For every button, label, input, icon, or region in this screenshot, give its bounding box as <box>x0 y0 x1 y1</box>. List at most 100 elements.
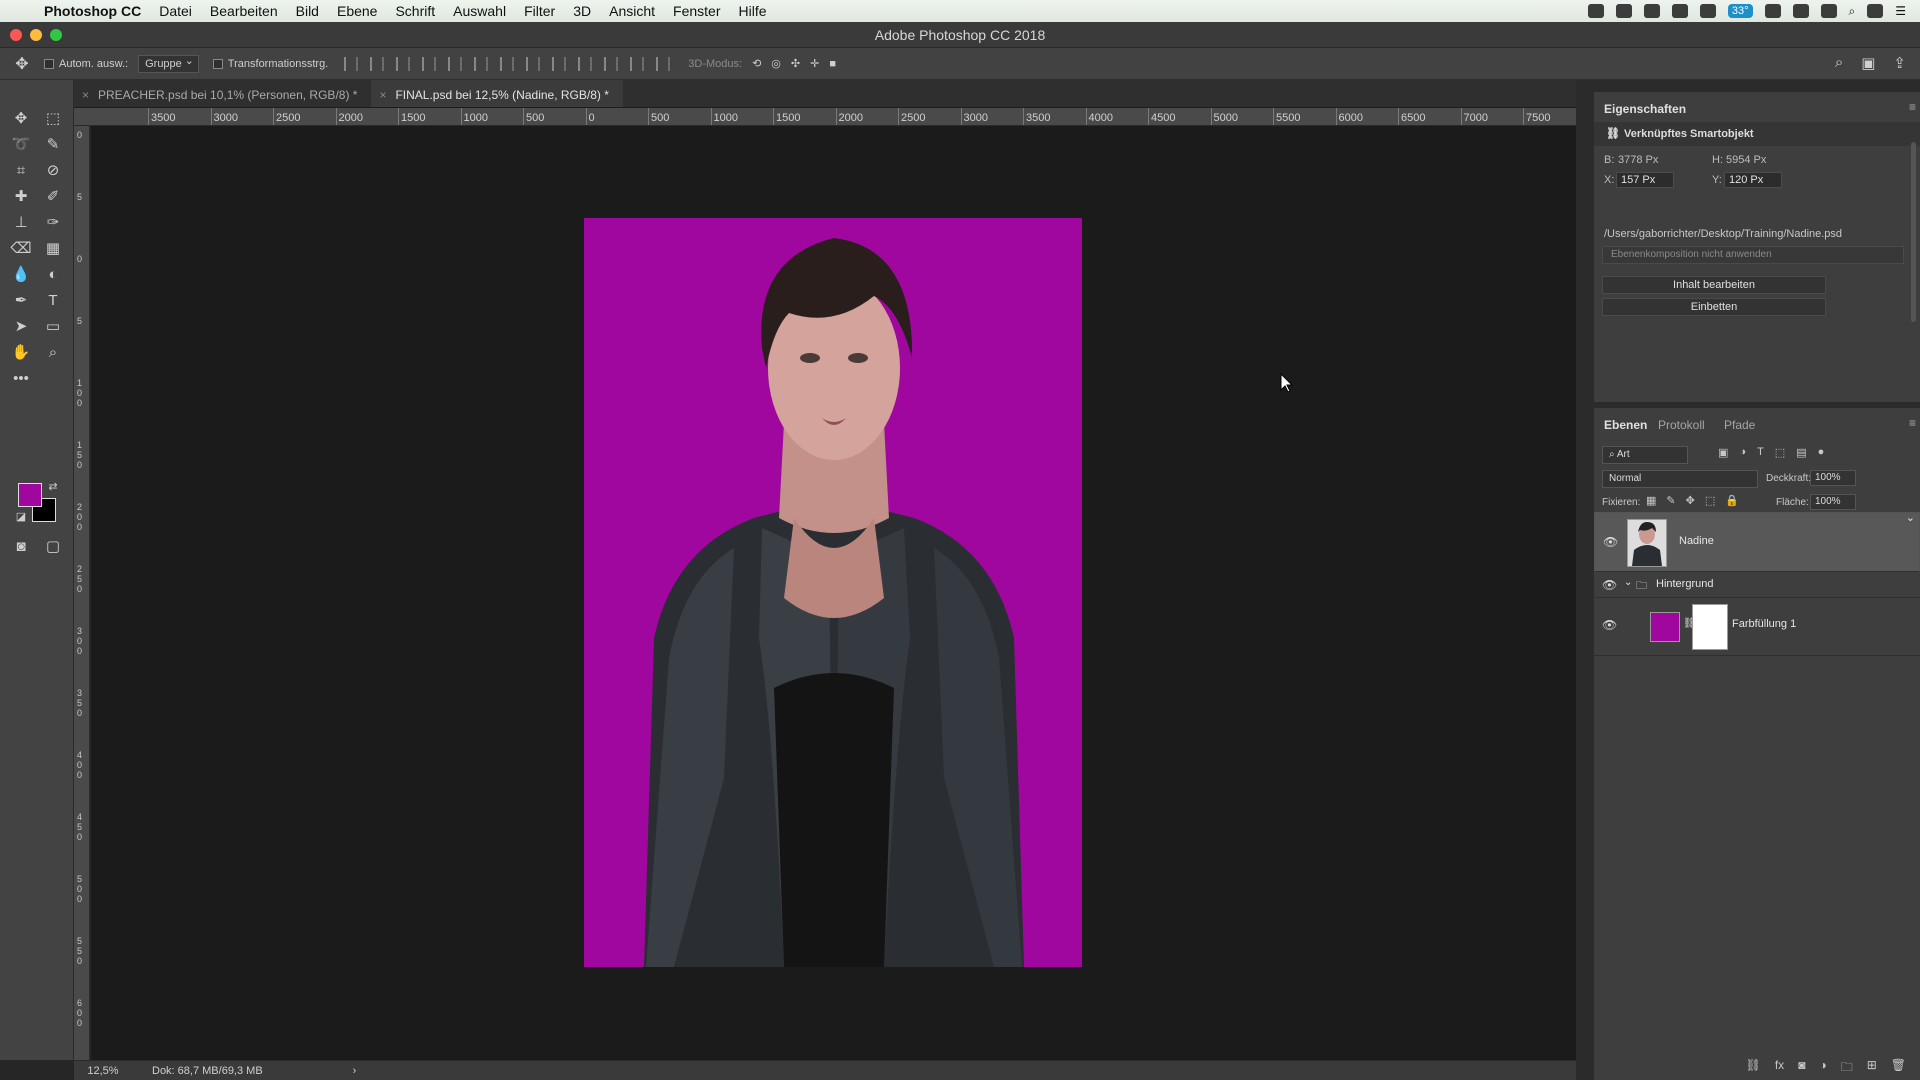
dropbox-icon[interactable] <box>1643 4 1660 18</box>
distribute-right-icon[interactable] <box>630 56 645 71</box>
zoom-level[interactable]: 12,5% <box>74 1065 132 1077</box>
layer-row[interactable]: 👁 Nadine <box>1594 511 1920 572</box>
layer-name[interactable]: Nadine <box>1679 535 1714 547</box>
search-icon[interactable]: ⌕ <box>1835 54 1843 72</box>
3d-orbit-icon[interactable]: ⟲ <box>752 57 761 70</box>
airplay-icon[interactable] <box>1792 4 1809 18</box>
fill-field[interactable]: 100% <box>1810 494 1856 510</box>
brush-tool-icon[interactable]: ✐ <box>40 186 66 208</box>
layer-row[interactable]: 👁 ⛓ Farbfüllung 1 <box>1594 598 1920 656</box>
3d-roll-icon[interactable]: ◎ <box>771 57 781 70</box>
blur-tool-icon[interactable]: 💧 <box>8 264 34 286</box>
embed-button[interactable]: Einbetten <box>1602 298 1826 316</box>
filter-pixel-icon[interactable]: ▣ <box>1718 446 1728 459</box>
align-hcenter-icon[interactable] <box>448 56 463 71</box>
lasso-tool-icon[interactable]: ➰ <box>8 134 34 156</box>
menu-hilfe[interactable]: Hilfe <box>739 3 767 19</box>
vertical-ruler[interactable]: 050510015020025030035040045050055060065 <box>74 126 90 1080</box>
zoom-tool-icon[interactable]: ⌕ <box>40 342 66 364</box>
crop-tool-icon[interactable]: ⌗ <box>8 160 34 182</box>
properties-scrollbar[interactable] <box>1911 142 1916 322</box>
wifi-icon[interactable] <box>1764 4 1781 18</box>
distribute-bottom-icon[interactable] <box>552 56 567 71</box>
cloud-icon[interactable] <box>1671 4 1688 18</box>
new-layer-icon[interactable]: ⊞ <box>1867 1058 1877 1080</box>
document-canvas[interactable] <box>584 218 1082 967</box>
gradient-tool-icon[interactable]: ▦ <box>40 238 66 260</box>
close-tab-icon[interactable]: × <box>82 88 89 102</box>
layer-name[interactable]: Hintergrund <box>1656 578 1713 590</box>
3d-pan-icon[interactable]: ✣ <box>791 57 800 70</box>
visibility-eye-icon[interactable]: 👁 <box>1602 618 1617 632</box>
align-right-icon[interactable] <box>474 56 489 71</box>
tab-final[interactable]: × FINAL.psd bei 12,5% (Nadine, RGB/8) * <box>371 80 623 107</box>
distribute-vcenter-icon[interactable] <box>526 56 541 71</box>
path-select-tool-icon[interactable]: ➤ <box>8 316 34 338</box>
menu-auswahl[interactable]: Auswahl <box>453 3 506 19</box>
auto-select-checkbox[interactable]: Autom. ausw.: <box>44 58 128 70</box>
menu-filter[interactable]: Filter <box>524 3 555 19</box>
hand-tool-icon[interactable]: ✋ <box>8 342 34 364</box>
align-top-icon[interactable] <box>344 56 359 71</box>
more-tools-icon[interactable]: ••• <box>8 368 34 390</box>
type-tool-icon[interactable]: T <box>40 290 66 312</box>
y-field[interactable]: 120 Px <box>1724 172 1782 188</box>
link-icon[interactable]: ⛓ <box>1746 1058 1761 1080</box>
filter-type-icon[interactable]: T <box>1757 446 1764 459</box>
folder-icon[interactable]: 🗀 <box>1841 1058 1853 1080</box>
align-bottom-icon[interactable] <box>396 56 411 71</box>
menu-ebene[interactable]: Ebene <box>337 3 377 19</box>
menu-bearbeiten[interactable]: Bearbeiten <box>210 3 278 19</box>
lock-transparency-icon[interactable]: ▦ <box>1646 494 1656 507</box>
swap-colors-icon[interactable]: ⇄ <box>40 476 66 498</box>
menu-schrift[interactable]: Schrift <box>395 3 435 19</box>
menu-bild[interactable]: Bild <box>296 3 319 19</box>
distribute-hcenter-icon[interactable] <box>604 56 619 71</box>
tab-preacher[interactable]: × PREACHER.psd bei 10,1% (Personen, RGB/… <box>74 80 371 107</box>
workspace-icon[interactable]: ▣ <box>1861 54 1875 72</box>
mask-icon[interactable]: ◙ <box>1798 1058 1805 1080</box>
horizontal-ruler[interactable]: 3500 3000 2500 2000 1500 1000 500 0 500 1000 1500 2… <box>74 108 1576 126</box>
battery-icon[interactable] <box>1820 4 1837 18</box>
siri-icon[interactable] <box>1867 4 1884 18</box>
eyedropper-tool-icon[interactable]: ⊘ <box>40 160 66 182</box>
distribute-left-icon[interactable] <box>578 56 593 71</box>
quick-mask-icon[interactable]: ◙ <box>8 536 34 558</box>
lock-all-icon[interactable]: 🔒 <box>1725 494 1739 507</box>
fx-icon[interactable]: fx <box>1775 1058 1784 1080</box>
transform-controls-checkbox[interactable]: Transformationsstrg. <box>212 58 328 70</box>
chevron-down-icon[interactable]: ⌄ <box>1624 577 1632 588</box>
align-vcenter-icon[interactable] <box>370 56 385 71</box>
tab-layers[interactable]: Ebenen <box>1604 418 1647 432</box>
layer-group-row[interactable]: 👁 ⌄ 🗀 Hintergrund <box>1594 572 1920 598</box>
width-value[interactable]: 3778 Px <box>1618 154 1658 166</box>
menu-app-name[interactable]: Photoshop CC <box>44 3 141 19</box>
default-colors-icon[interactable]: ◪ <box>8 506 34 528</box>
dodge-tool-icon[interactable]: ◐ <box>40 264 66 286</box>
layer-filter-dropdown[interactable]: ⌕ Art <box>1602 446 1688 464</box>
layer-comp-dropdown[interactable]: Ebenenkomposition nicht anwenden <box>1602 246 1904 264</box>
menu-fenster[interactable]: Fenster <box>673 3 720 19</box>
panel-menu-icon[interactable]: ≡ <box>1909 100 1916 114</box>
fill-color-thumbnail[interactable] <box>1650 612 1680 642</box>
healing-brush-tool-icon[interactable]: ✚ <box>8 186 34 208</box>
lock-position-icon[interactable]: ✥ <box>1686 494 1695 507</box>
edit-contents-button[interactable]: Inhalt bearbeiten <box>1602 276 1826 294</box>
tab-paths[interactable]: Pfade <box>1724 418 1755 432</box>
tab-history[interactable]: Protokoll <box>1658 418 1705 432</box>
filter-shape-icon[interactable]: ⬚ <box>1775 446 1785 459</box>
layer-name[interactable]: Farbfüllung 1 <box>1732 618 1796 630</box>
pen-tool-icon[interactable]: ✒ <box>8 290 34 312</box>
display-icon[interactable] <box>1615 4 1632 18</box>
filter-toggle-icon[interactable]: ● <box>1818 446 1825 459</box>
screen-mode-icon[interactable]: ▢ <box>40 536 66 558</box>
status-menu-arrow[interactable]: › <box>353 1065 357 1077</box>
menu-datei[interactable]: Datei <box>159 3 192 19</box>
history-brush-tool-icon[interactable]: ✑ <box>40 212 66 234</box>
layer-mask-thumbnail[interactable] <box>1692 604 1728 650</box>
close-tab-icon[interactable]: × <box>379 88 386 102</box>
canvas-area[interactable] <box>91 126 1576 1060</box>
foreground-color-swatch[interactable] <box>18 483 42 507</box>
panel-menu-icon[interactable]: ≡ <box>1909 416 1916 430</box>
visibility-eye-icon[interactable]: 👁 <box>1602 578 1617 592</box>
